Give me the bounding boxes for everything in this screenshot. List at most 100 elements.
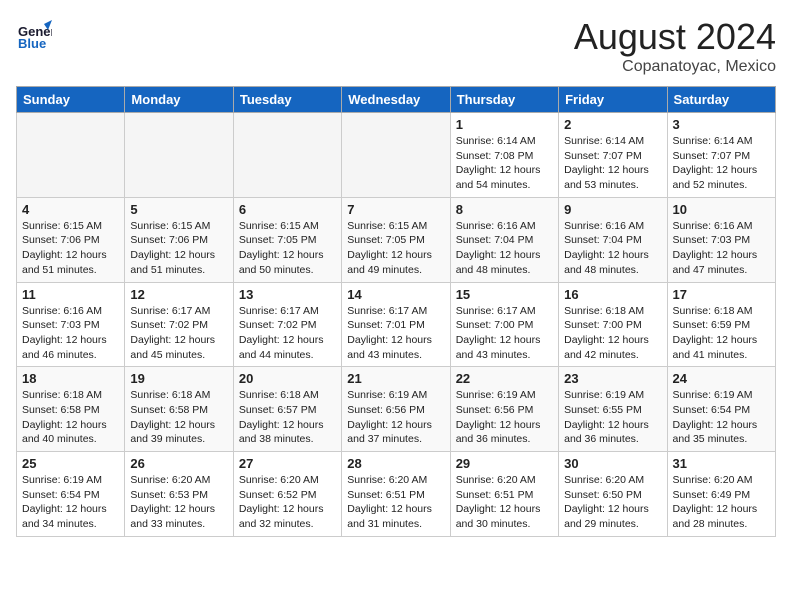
calendar-cell [342, 113, 450, 198]
day-info: Sunrise: 6:18 AM Sunset: 7:00 PM Dayligh… [564, 304, 661, 363]
day-number: 14 [347, 287, 444, 302]
day-number: 30 [564, 456, 661, 471]
weekday-sunday: Sunday [17, 87, 125, 113]
calendar-cell: 28 Sunrise: 6:20 AM Sunset: 6:51 PM Dayli… [342, 452, 450, 537]
calendar-cell: 4 Sunrise: 6:15 AM Sunset: 7:06 PM Daylig… [17, 197, 125, 282]
day-number: 8 [456, 202, 553, 217]
week-row-4: 18 Sunrise: 6:18 AM Sunset: 6:58 PM Dayli… [17, 367, 776, 452]
calendar-cell: 13 Sunrise: 6:17 AM Sunset: 7:02 PM Dayli… [233, 282, 341, 367]
calendar-cell: 31 Sunrise: 6:20 AM Sunset: 6:49 PM Dayli… [667, 452, 775, 537]
day-info: Sunrise: 6:17 AM Sunset: 7:02 PM Dayligh… [239, 304, 336, 363]
weekday-header-row: SundayMondayTuesdayWednesdayThursdayFrid… [17, 87, 776, 113]
day-number: 16 [564, 287, 661, 302]
day-number: 23 [564, 371, 661, 386]
calendar-cell [125, 113, 233, 198]
day-info: Sunrise: 6:16 AM Sunset: 7:04 PM Dayligh… [564, 219, 661, 278]
calendar-cell: 21 Sunrise: 6:19 AM Sunset: 6:56 PM Dayli… [342, 367, 450, 452]
calendar-cell: 24 Sunrise: 6:19 AM Sunset: 6:54 PM Dayli… [667, 367, 775, 452]
calendar-cell: 6Sunrise: 6:15 AM Sunset: 7:05 PM Daylig… [233, 197, 341, 282]
calendar-cell: 29Sunrise: 6:20 AM Sunset: 6:51 PM Dayli… [450, 452, 558, 537]
week-row-1: 1Sunrise: 6:14 AM Sunset: 7:08 PM Daylig… [17, 113, 776, 198]
day-info: Sunrise: 6:17 AM Sunset: 7:01 PM Dayligh… [347, 304, 444, 363]
day-info: Sunrise: 6:18 AM Sunset: 6:58 PM Dayligh… [22, 388, 119, 447]
week-row-3: 11 Sunrise: 6:16 AM Sunset: 7:03 PM Dayli… [17, 282, 776, 367]
calendar-cell: 8 Sunrise: 6:16 AM Sunset: 7:04 PM Daylig… [450, 197, 558, 282]
calendar-cell: 19 Sunrise: 6:18 AM Sunset: 6:58 PM Dayli… [125, 367, 233, 452]
weekday-tuesday: Tuesday [233, 87, 341, 113]
weekday-monday: Monday [125, 87, 233, 113]
day-info: Sunrise: 6:18 AM Sunset: 6:57 PM Dayligh… [239, 388, 336, 447]
calendar-cell: 22 Sunrise: 6:19 AM Sunset: 6:56 PM Dayli… [450, 367, 558, 452]
day-info: Sunrise: 6:15 AM Sunset: 7:05 PM Dayligh… [239, 219, 336, 278]
day-info: Sunrise: 6:15 AM Sunset: 7:06 PM Dayligh… [130, 219, 227, 278]
calendar-cell [233, 113, 341, 198]
day-number: 13 [239, 287, 336, 302]
day-info: Sunrise: 6:18 AM Sunset: 6:59 PM Dayligh… [673, 304, 770, 363]
day-info: Sunrise: 6:20 AM Sunset: 6:52 PM Dayligh… [239, 473, 336, 532]
day-info: Sunrise: 6:17 AM Sunset: 7:02 PM Dayligh… [130, 304, 227, 363]
day-info: Sunrise: 6:19 AM Sunset: 6:54 PM Dayligh… [22, 473, 119, 532]
day-info: Sunrise: 6:15 AM Sunset: 7:05 PM Dayligh… [347, 219, 444, 278]
calendar-cell: 10Sunrise: 6:16 AM Sunset: 7:03 PM Dayli… [667, 197, 775, 282]
day-number: 26 [130, 456, 227, 471]
day-number: 12 [130, 287, 227, 302]
day-number: 31 [673, 456, 770, 471]
calendar-cell: 12 Sunrise: 6:17 AM Sunset: 7:02 PM Dayli… [125, 282, 233, 367]
weekday-friday: Friday [559, 87, 667, 113]
day-info: Sunrise: 6:19 AM Sunset: 6:56 PM Dayligh… [456, 388, 553, 447]
weekday-wednesday: Wednesday [342, 87, 450, 113]
calendar-cell: 18 Sunrise: 6:18 AM Sunset: 6:58 PM Dayli… [17, 367, 125, 452]
calendar-cell: 5 Sunrise: 6:15 AM Sunset: 7:06 PM Daylig… [125, 197, 233, 282]
calendar-table: SundayMondayTuesdayWednesdayThursdayFrid… [16, 86, 776, 537]
day-info: Sunrise: 6:19 AM Sunset: 6:56 PM Dayligh… [347, 388, 444, 447]
calendar-cell: 3Sunrise: 6:14 AM Sunset: 7:07 PM Daylig… [667, 113, 775, 198]
day-number: 18 [22, 371, 119, 386]
svg-text:Blue: Blue [18, 36, 46, 51]
day-info: Sunrise: 6:20 AM Sunset: 6:53 PM Dayligh… [130, 473, 227, 532]
day-number: 27 [239, 456, 336, 471]
day-info: Sunrise: 6:20 AM Sunset: 6:50 PM Dayligh… [564, 473, 661, 532]
calendar-cell: 14 Sunrise: 6:17 AM Sunset: 7:01 PM Dayli… [342, 282, 450, 367]
day-number: 19 [130, 371, 227, 386]
day-number: 4 [22, 202, 119, 217]
calendar-cell: 9 Sunrise: 6:16 AM Sunset: 7:04 PM Daylig… [559, 197, 667, 282]
day-number: 29 [456, 456, 553, 471]
day-number: 28 [347, 456, 444, 471]
title-block: August 2024 Copanatoyac, Mexico [574, 16, 776, 76]
day-info: Sunrise: 6:16 AM Sunset: 7:03 PM Dayligh… [22, 304, 119, 363]
calendar-cell: 25 Sunrise: 6:19 AM Sunset: 6:54 PM Dayli… [17, 452, 125, 537]
day-info: Sunrise: 6:19 AM Sunset: 6:54 PM Dayligh… [673, 388, 770, 447]
calendar-cell [17, 113, 125, 198]
calendar-cell: 7Sunrise: 6:15 AM Sunset: 7:05 PM Daylig… [342, 197, 450, 282]
calendar-cell: 2Sunrise: 6:14 AM Sunset: 7:07 PM Daylig… [559, 113, 667, 198]
calendar-cell: 17Sunrise: 6:18 AM Sunset: 6:59 PM Dayli… [667, 282, 775, 367]
day-info: Sunrise: 6:20 AM Sunset: 6:49 PM Dayligh… [673, 473, 770, 532]
weekday-saturday: Saturday [667, 87, 775, 113]
calendar-body: 1Sunrise: 6:14 AM Sunset: 7:08 PM Daylig… [17, 113, 776, 537]
day-number: 21 [347, 371, 444, 386]
day-info: Sunrise: 6:14 AM Sunset: 7:08 PM Dayligh… [456, 134, 553, 193]
page-header: General Blue August 2024 Copanatoyac, Me… [16, 16, 776, 76]
logo-icon: General Blue [16, 16, 52, 52]
day-number: 10 [673, 202, 770, 217]
day-number: 24 [673, 371, 770, 386]
day-number: 9 [564, 202, 661, 217]
weekday-thursday: Thursday [450, 87, 558, 113]
day-number: 2 [564, 117, 661, 132]
calendar-cell: 15Sunrise: 6:17 AM Sunset: 7:00 PM Dayli… [450, 282, 558, 367]
calendar-cell: 30 Sunrise: 6:20 AM Sunset: 6:50 PM Dayli… [559, 452, 667, 537]
calendar-cell: 27 Sunrise: 6:20 AM Sunset: 6:52 PM Dayli… [233, 452, 341, 537]
day-info: Sunrise: 6:15 AM Sunset: 7:06 PM Dayligh… [22, 219, 119, 278]
day-number: 25 [22, 456, 119, 471]
day-number: 22 [456, 371, 553, 386]
day-number: 20 [239, 371, 336, 386]
calendar-cell: 26 Sunrise: 6:20 AM Sunset: 6:53 PM Dayli… [125, 452, 233, 537]
day-info: Sunrise: 6:16 AM Sunset: 7:04 PM Dayligh… [456, 219, 553, 278]
day-number: 5 [130, 202, 227, 217]
day-info: Sunrise: 6:18 AM Sunset: 6:58 PM Dayligh… [130, 388, 227, 447]
week-row-5: 25 Sunrise: 6:19 AM Sunset: 6:54 PM Dayli… [17, 452, 776, 537]
day-info: Sunrise: 6:20 AM Sunset: 6:51 PM Dayligh… [347, 473, 444, 532]
location: Copanatoyac, Mexico [574, 58, 776, 76]
day-number: 15 [456, 287, 553, 302]
day-number: 11 [22, 287, 119, 302]
